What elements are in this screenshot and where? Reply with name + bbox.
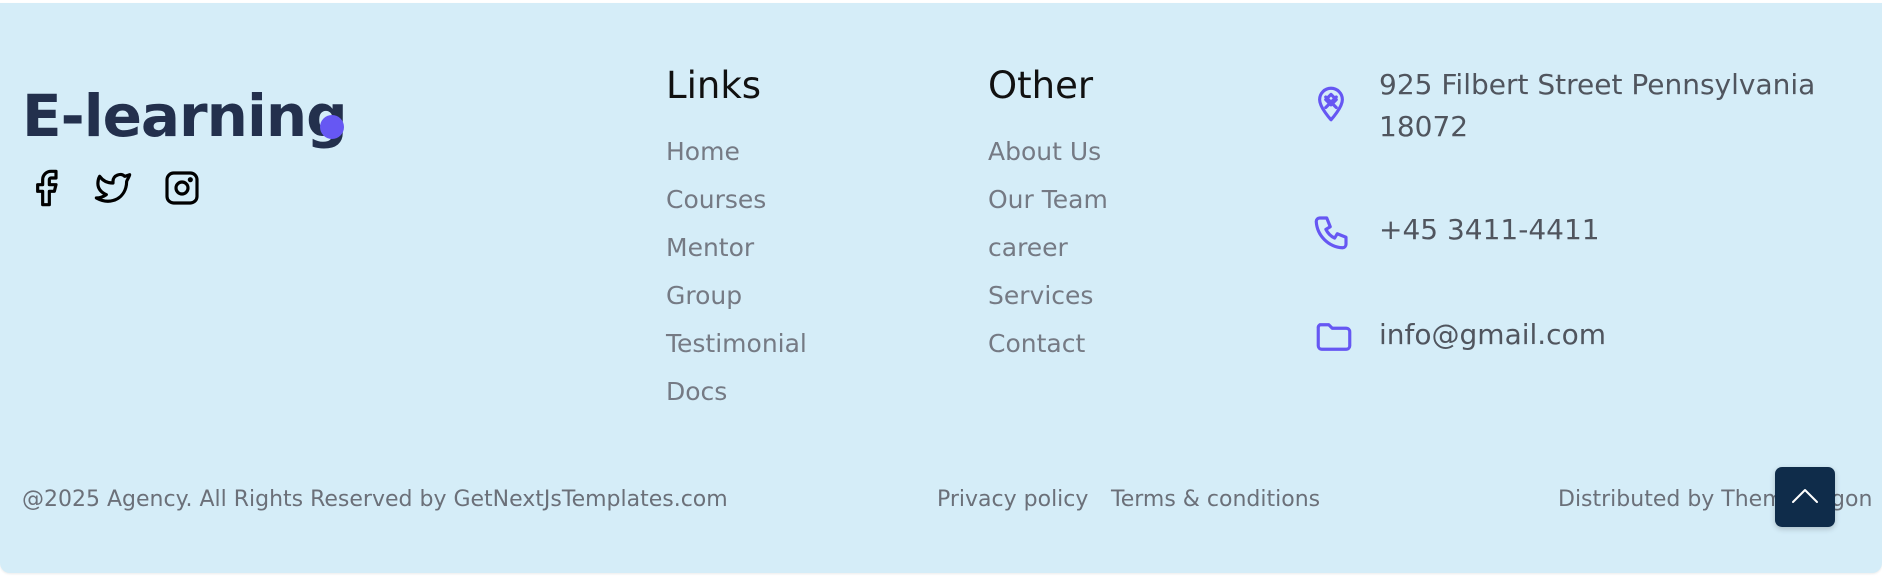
link-services[interactable]: Services bbox=[988, 280, 1093, 312]
terms-conditions-link[interactable]: Terms & conditions bbox=[1111, 484, 1320, 516]
phone-number[interactable]: +45 3411-4411 bbox=[1379, 209, 1600, 251]
link-docs[interactable]: Docs bbox=[666, 376, 727, 408]
brand-logo[interactable]: E-learning bbox=[22, 79, 348, 153]
link-group[interactable]: Group bbox=[666, 280, 742, 312]
address-line-1: 925 Filbert Street Pennsylvania bbox=[1379, 68, 1816, 101]
facebook-icon[interactable] bbox=[26, 168, 66, 208]
phone-icon bbox=[1311, 211, 1353, 253]
folder-icon bbox=[1313, 316, 1355, 358]
link-about-us[interactable]: About Us bbox=[988, 136, 1101, 168]
link-testimonial[interactable]: Testimonial bbox=[666, 328, 807, 360]
instagram-icon[interactable] bbox=[162, 168, 202, 208]
brand-dot bbox=[320, 115, 344, 139]
link-contact[interactable]: Contact bbox=[988, 328, 1085, 360]
links-title: Links bbox=[666, 64, 762, 107]
copyright-text: @2025 Agency. All Rights Reserved by Get… bbox=[22, 487, 728, 512]
scroll-to-top-button[interactable] bbox=[1775, 467, 1835, 527]
privacy-policy-link[interactable]: Privacy policy bbox=[937, 484, 1088, 516]
link-career[interactable]: career bbox=[988, 232, 1068, 264]
location-pin-icon bbox=[1310, 83, 1352, 125]
link-our-team[interactable]: Our Team bbox=[988, 184, 1108, 216]
link-mentor[interactable]: Mentor bbox=[666, 232, 754, 264]
address-line-2: 18072 bbox=[1379, 110, 1469, 143]
email-address[interactable]: info@gmail.com bbox=[1379, 314, 1606, 356]
link-home[interactable]: Home bbox=[666, 136, 740, 168]
chevron-up-icon bbox=[1792, 489, 1818, 503]
other-title: Other bbox=[988, 64, 1094, 107]
link-courses[interactable]: Courses bbox=[666, 184, 766, 216]
footer: E-learning Links Home Courses Mentor Gro… bbox=[0, 3, 1882, 573]
twitter-icon[interactable] bbox=[93, 168, 133, 208]
